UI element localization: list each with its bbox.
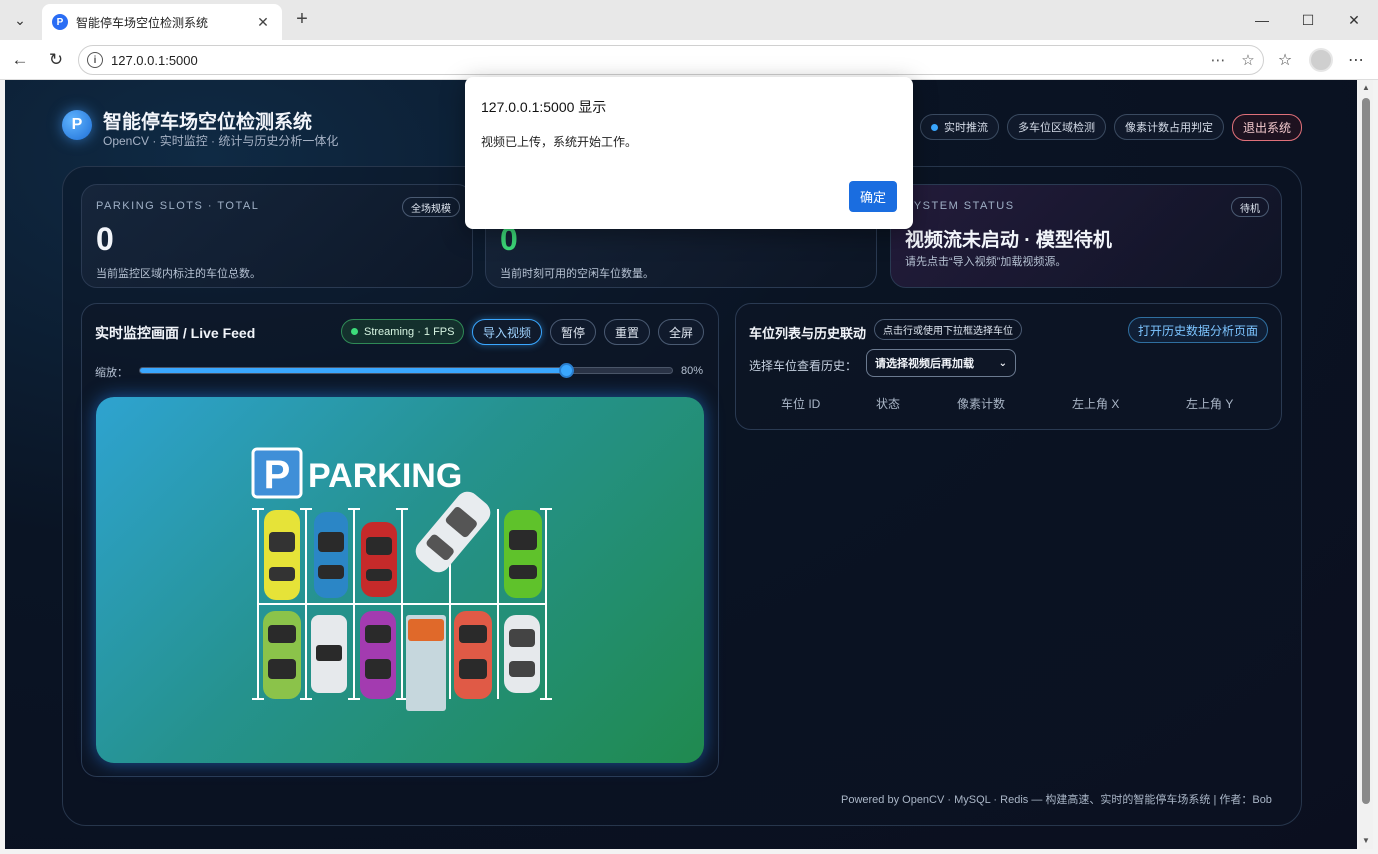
profile-avatar[interactable] — [1309, 48, 1333, 72]
tab-list-dropdown-icon[interactable]: ⌄ — [6, 6, 34, 34]
history-page-button[interactable]: 打开历史数据分析页面 — [1128, 317, 1269, 343]
zoom-label: 缩放： — [95, 367, 128, 379]
close-window-icon[interactable]: ✕ — [1331, 0, 1377, 40]
stat-tag: 全场规模 — [402, 197, 460, 217]
table-header-pixel-count: 像素计数 — [957, 397, 1006, 411]
scroll-down-icon[interactable]: ▼ — [1362, 836, 1370, 845]
stat-value: 视频流未启动 · 模型待机 — [905, 230, 1112, 251]
page-subtitle: OpenCV · 实时监控 · 统计与历史分析一体化 — [103, 134, 339, 148]
alert-dialog: 127.0.0.1:5000 显示 视频已上传，系统开始工作。 确定 — [465, 77, 913, 229]
pill-multi-region: 多车位区域检测 — [1007, 114, 1106, 140]
more-tools-icon[interactable]: ⋯ — [1203, 51, 1233, 69]
fullscreen-button[interactable]: 全屏 — [658, 319, 704, 345]
car — [360, 611, 396, 699]
stat-value: 0 — [96, 221, 114, 257]
slot-list-title: 车位列表与历史联动 — [749, 326, 867, 341]
slot-hint-badge: 点击行或使用下拉框选择车位 — [874, 319, 1022, 340]
favorite-star-icon[interactable]: ☆ — [1233, 51, 1263, 69]
status-dot-icon — [931, 123, 938, 131]
zoom-slider[interactable] — [139, 363, 673, 378]
url-text: 127.0.0.1:5000 — [111, 52, 198, 68]
car — [263, 611, 301, 699]
parking-sign-text: PARKING — [308, 457, 462, 495]
new-tab-icon[interactable]: + — [290, 8, 314, 32]
slot-select-label: 选择车位查看历史： — [749, 359, 858, 373]
car — [504, 615, 540, 693]
reset-button[interactable]: 重置 — [604, 319, 650, 345]
logout-button[interactable]: 退出系统 — [1232, 114, 1303, 141]
stat-card-status: SYSTEM STATUS 待机 视频流未启动 · 模型待机 请先点击“导入视频… — [890, 184, 1282, 288]
pause-button[interactable]: 暂停 — [550, 319, 596, 345]
stat-description: 当前监控区域内标注的车位总数。 — [96, 268, 261, 280]
stat-description: 请先点击“导入视频”加载视频源。 — [905, 256, 1067, 268]
dialog-ok-button[interactable]: 确定 — [849, 181, 897, 212]
parking-sign-letter: P — [264, 453, 291, 497]
table-header-status: 状态 — [876, 397, 901, 411]
site-info-icon[interactable]: i — [87, 52, 103, 68]
stat-label: PARKING SLOTS · TOTAL — [96, 200, 260, 212]
truck — [406, 615, 446, 711]
table-header-y: 左上角 Y — [1186, 397, 1234, 411]
streaming-dot-icon — [351, 328, 358, 335]
parking-lot-image: P PARKING — [251, 447, 552, 711]
favorites-icon[interactable]: ☆ — [1273, 50, 1297, 72]
table-header-slot-id: 车位 ID — [781, 397, 821, 411]
minimize-icon[interactable]: — — [1239, 0, 1285, 40]
dialog-message: 视频已上传，系统开始工作。 — [481, 135, 638, 149]
url-field[interactable]: i 127.0.0.1:5000 ⋯ ☆ — [78, 45, 1264, 75]
pill-realtime-stream: 实时推流 — [920, 114, 999, 140]
car — [415, 491, 491, 573]
page-title: 智能停车场空位检测系统 — [103, 112, 313, 133]
brand-logo: P — [62, 110, 92, 140]
car — [361, 522, 397, 597]
page-scrollbar[interactable]: ▲ ▼ — [1359, 80, 1373, 849]
scroll-up-icon[interactable]: ▲ — [1362, 83, 1370, 92]
zoom-slider-handle[interactable] — [558, 363, 574, 378]
reload-icon[interactable]: ↻ — [42, 46, 70, 74]
live-feed-title: 实时监控画面 / Live Feed — [95, 325, 256, 341]
import-video-button[interactable]: 导入视频 — [472, 319, 542, 345]
page-footer: Powered by OpenCV · MySQL · Redis — 构建高速… — [841, 794, 1272, 806]
stat-label: SYSTEM STATUS — [905, 200, 1015, 212]
car — [504, 510, 542, 598]
car — [454, 611, 492, 699]
chevron-down-icon: ⌄ — [998, 357, 1007, 369]
car — [264, 510, 300, 600]
tab-title: 智能停车场空位检测系统 — [76, 15, 209, 30]
zoom-slider-fill — [140, 368, 566, 373]
tab-close-icon[interactable]: ✕ — [254, 14, 272, 31]
stat-description: 当前时刻可用的空闲车位数量。 — [500, 268, 654, 280]
stat-tag: 待机 — [1231, 197, 1269, 217]
streaming-badge: Streaming · 1 FPS — [341, 319, 465, 344]
car — [314, 512, 348, 598]
settings-menu-icon[interactable]: ⋯ — [1344, 50, 1368, 72]
table-header-x: 左上角 X — [1072, 397, 1120, 411]
maximize-icon[interactable]: ☐ — [1285, 0, 1331, 40]
dialog-title: 127.0.0.1:5000 显示 — [481, 99, 607, 115]
stat-card-total: PARKING SLOTS · TOTAL 全场规模 0 当前监控区域内标注的车… — [81, 184, 473, 288]
browser-tab[interactable]: P 智能停车场空位检测系统 ✕ — [42, 4, 282, 40]
back-icon[interactable]: ← — [6, 46, 34, 74]
browser-tab-bar: ⌄ P 智能停车场空位检测系统 ✕ + — ☐ ✕ — [0, 0, 1378, 40]
car — [311, 615, 347, 693]
pill-pixel-count: 像素计数占用判定 — [1114, 114, 1224, 140]
live-feed-frame: P PARKING — [96, 397, 704, 763]
address-bar: ← ↻ i 127.0.0.1:5000 ⋯ ☆ ☆ ⋯ — [0, 40, 1378, 80]
zoom-value: 80% — [681, 365, 704, 377]
scrollbar-thumb[interactable] — [1362, 98, 1370, 804]
slot-select[interactable]: 请选择视频后再加载 ⌄ — [866, 349, 1016, 377]
favicon-icon: P — [52, 14, 68, 30]
